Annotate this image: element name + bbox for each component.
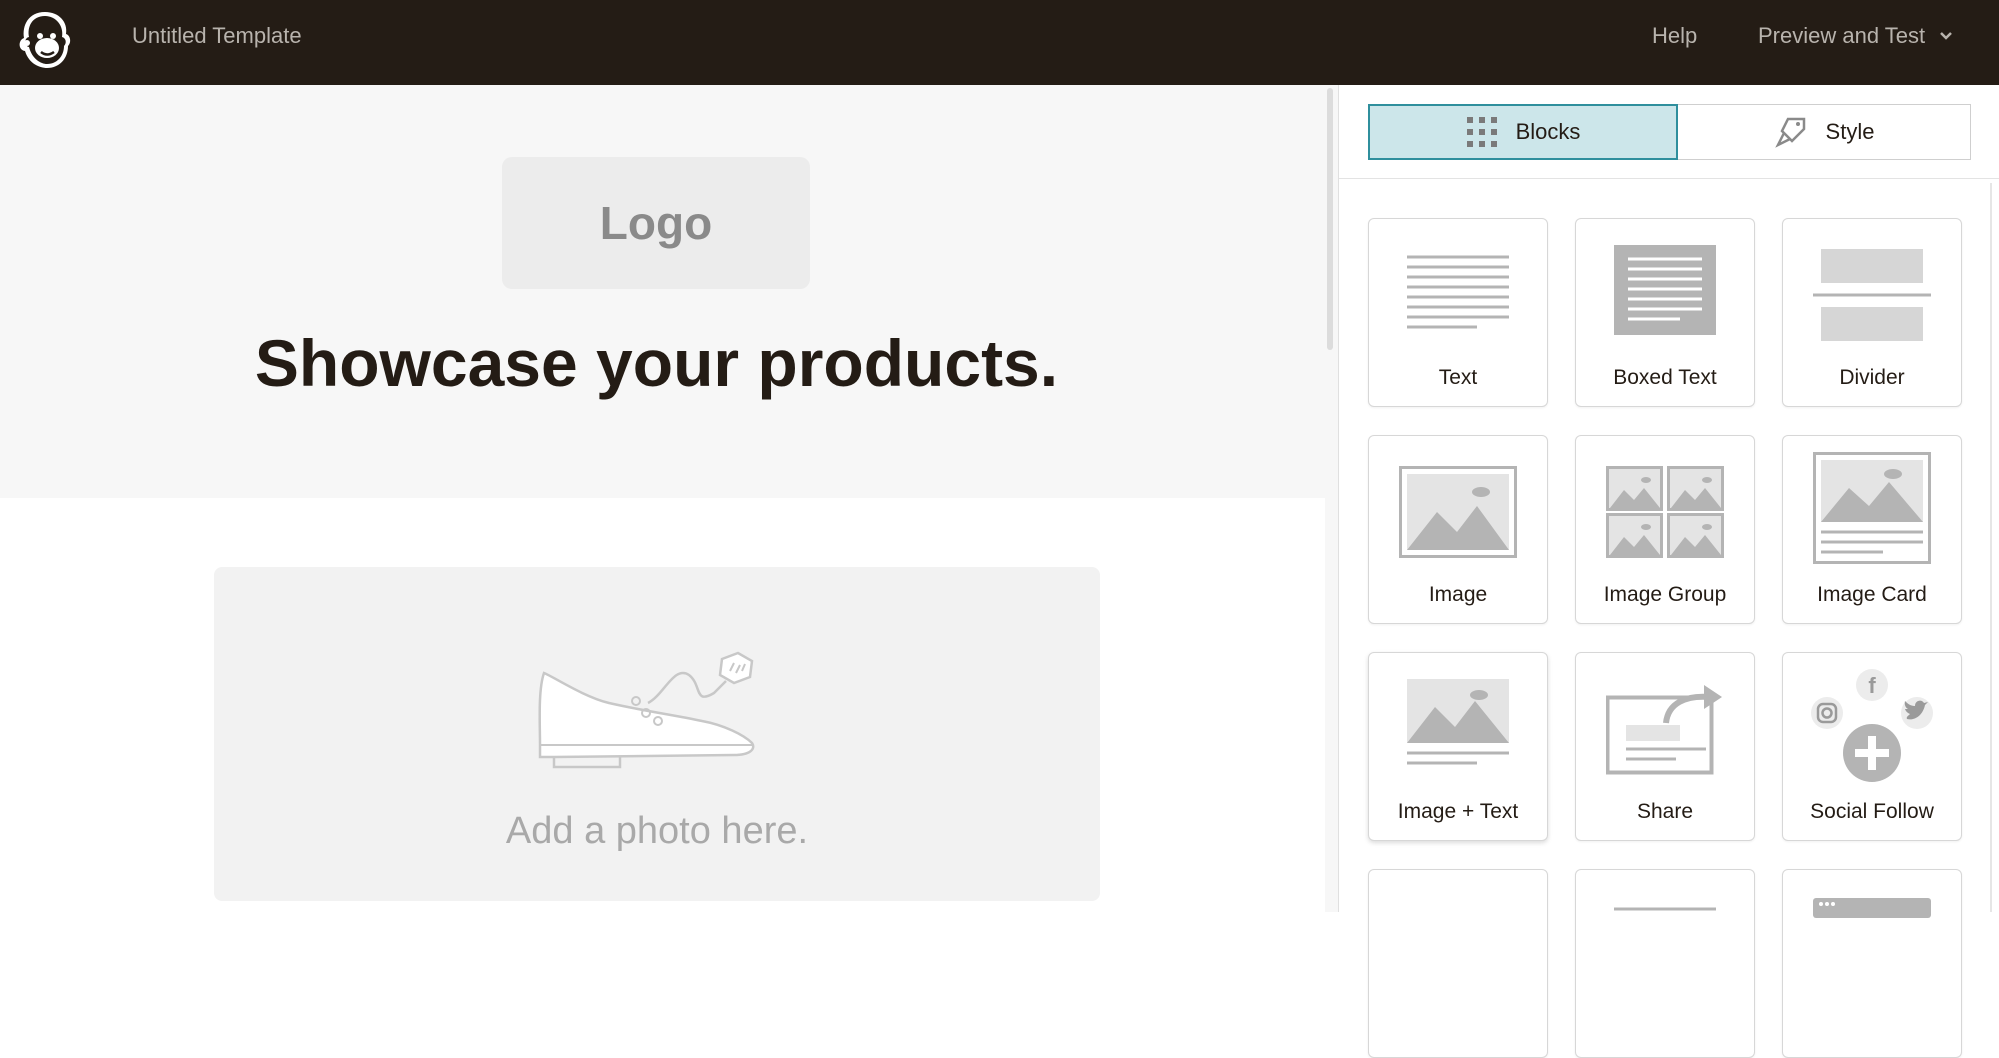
block-image-card[interactable]: Image Card xyxy=(1782,435,1962,624)
headline-text[interactable]: Showcase your products. xyxy=(0,325,1313,401)
template-title[interactable]: Untitled Template xyxy=(132,23,302,49)
image-block-icon xyxy=(1399,466,1517,558)
tab-blocks[interactable]: Blocks xyxy=(1368,104,1678,160)
block-social-follow-label: Social Follow xyxy=(1810,800,1934,823)
panel-scrollbar[interactable] xyxy=(1990,183,1992,912)
logo-placeholder[interactable]: Logo xyxy=(502,157,810,289)
block-image-group-label: Image Group xyxy=(1603,583,1727,606)
image-card-block-icon xyxy=(1813,452,1931,564)
block-partial-1[interactable] xyxy=(1368,869,1548,1058)
block-text-label: Text xyxy=(1438,366,1478,389)
block-divider[interactable]: Divider xyxy=(1782,218,1962,407)
block-image-card-label: Image Card xyxy=(1817,583,1927,606)
block-image-label: Image xyxy=(1428,583,1488,606)
photo-placeholder[interactable]: Add a photo here. xyxy=(214,567,1100,901)
preview-and-test-label: Preview and Test xyxy=(1758,23,1926,48)
panel-divider xyxy=(1339,178,1999,179)
tab-blocks-label: Blocks xyxy=(1515,119,1581,144)
photo-caption: Add a photo here. xyxy=(505,810,809,852)
block-partial-2[interactable] xyxy=(1575,869,1755,1058)
block-social-follow[interactable]: f Social Follow xyxy=(1782,652,1962,841)
paintbrush-icon xyxy=(1774,117,1805,148)
top-bar: Untitled Template Help Preview and Test xyxy=(0,0,1999,85)
svg-text:f: f xyxy=(1868,673,1876,698)
chevron-down-icon xyxy=(1940,32,1953,40)
share-block-icon xyxy=(1606,685,1722,775)
block-boxed-text[interactable]: Boxed Text xyxy=(1575,218,1755,407)
mailchimp-logo-icon[interactable] xyxy=(14,6,76,72)
divider-block-icon xyxy=(1813,249,1931,341)
block-text[interactable]: Text xyxy=(1368,218,1548,407)
browser-block-icon xyxy=(1813,898,1931,918)
blocks-panel: Blocks Style Text Boxed Text Divider Ima… xyxy=(1338,85,1999,1058)
email-canvas: Logo Showcase your products. Add a photo… xyxy=(0,85,1325,912)
image-group-block-icon xyxy=(1606,466,1724,558)
panel-tabs: Blocks Style xyxy=(1368,104,1971,160)
shoe-icon xyxy=(538,651,755,769)
block-image-group[interactable]: Image Group xyxy=(1575,435,1755,624)
header-section[interactable]: Logo Showcase your products. xyxy=(0,85,1325,498)
social-follow-block-icon: f xyxy=(1811,669,1933,782)
tab-style-label: Style xyxy=(1825,119,1875,144)
block-share[interactable]: Share xyxy=(1575,652,1755,841)
help-link[interactable]: Help xyxy=(1652,23,1697,49)
preview-and-test-menu[interactable]: Preview and Test xyxy=(1758,23,1953,49)
grid-dots-icon xyxy=(1466,117,1497,147)
tab-style[interactable]: Style xyxy=(1678,104,1971,160)
block-image-text-label: Image + Text xyxy=(1397,800,1519,823)
canvas-scrollbar[interactable] xyxy=(1327,88,1333,350)
block-image[interactable]: Image xyxy=(1368,435,1548,624)
text-block-icon xyxy=(1407,255,1509,329)
block-boxed-text-label: Boxed Text xyxy=(1613,366,1717,389)
image-text-block-icon xyxy=(1407,679,1509,765)
block-share-label: Share xyxy=(1636,800,1694,823)
block-partial-3[interactable] xyxy=(1782,869,1962,1058)
boxed-text-block-icon xyxy=(1614,245,1716,335)
block-image-text[interactable]: Image + Text xyxy=(1368,652,1548,841)
block-divider-label: Divider xyxy=(1839,366,1905,389)
line-block-icon xyxy=(1614,907,1716,911)
